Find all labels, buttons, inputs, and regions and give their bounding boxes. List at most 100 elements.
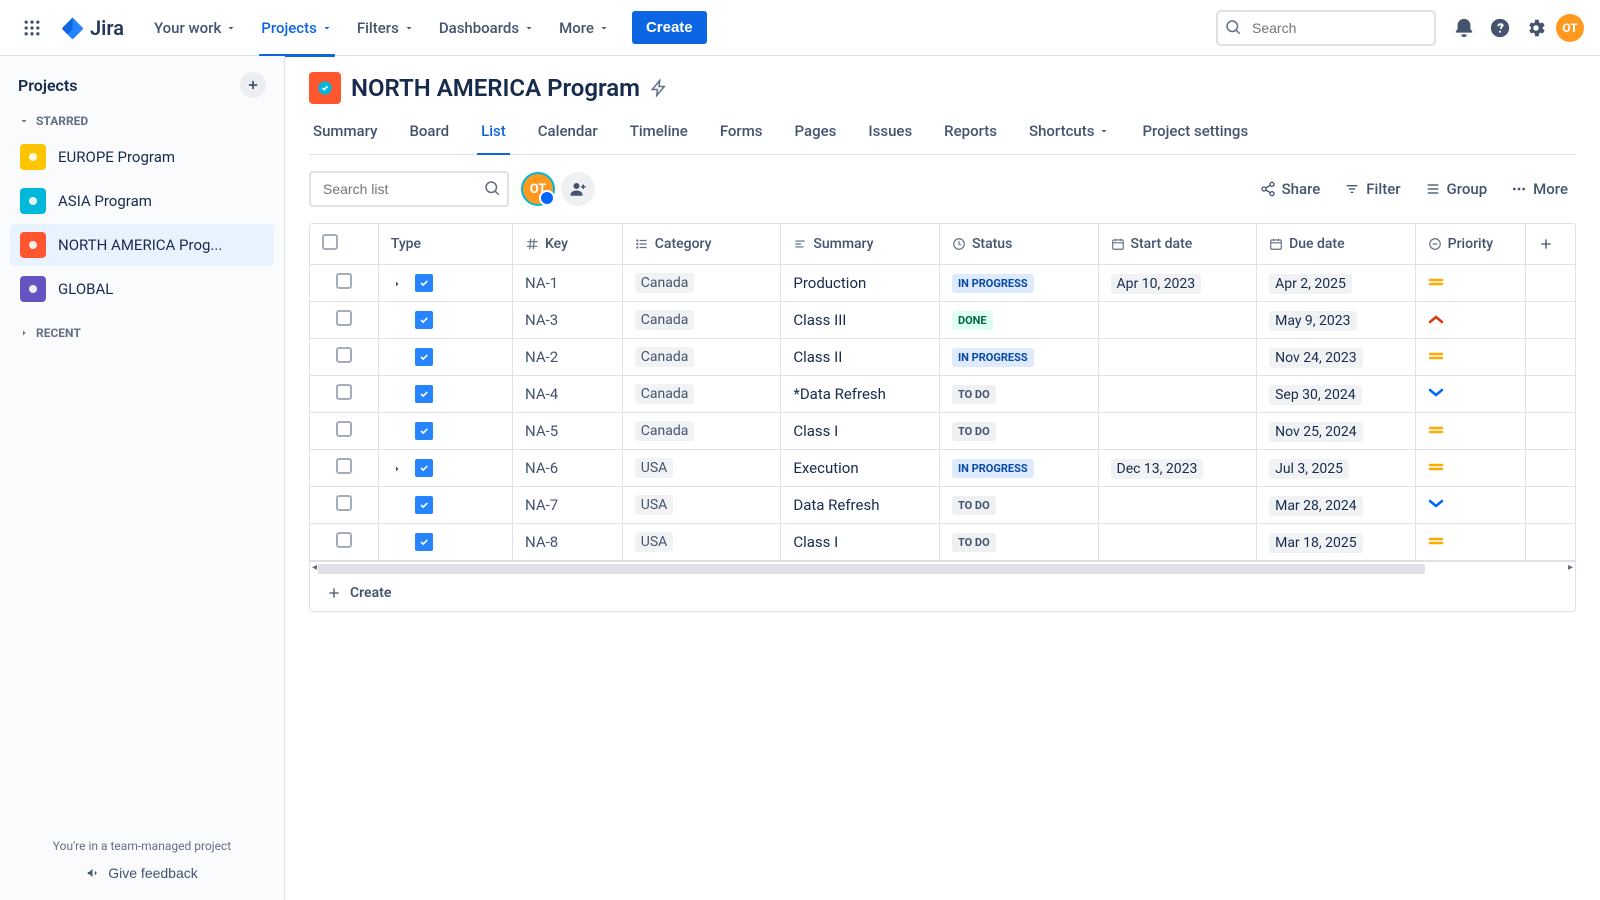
col-priority-label[interactable]: Priority [1448, 236, 1493, 252]
due-date[interactable]: Nov 25, 2024 [1269, 422, 1363, 442]
table-row[interactable]: NA-4 Canada *Data Refresh TO DO Sep 30, … [310, 376, 1575, 413]
row-checkbox[interactable] [336, 532, 352, 548]
col-status-label[interactable]: Status [972, 236, 1012, 252]
add-column-button[interactable] [1526, 224, 1576, 265]
status-chip[interactable]: DONE [952, 311, 993, 330]
nav-item-your-work[interactable]: Your work [144, 13, 247, 43]
tab-reports[interactable]: Reports [940, 114, 1001, 154]
app-switcher-icon[interactable] [16, 12, 48, 44]
tab-pages[interactable]: Pages [791, 114, 841, 154]
row-checkbox[interactable] [336, 384, 352, 400]
status-chip[interactable]: TO DO [952, 385, 996, 404]
row-checkbox[interactable] [336, 458, 352, 474]
sidebar-project-item[interactable]: NORTH AMERICA Prog... [10, 224, 274, 266]
status-chip[interactable]: IN PROGRESS [952, 459, 1034, 478]
priority-icon[interactable] [1428, 350, 1444, 362]
global-search[interactable] [1216, 10, 1436, 46]
group-button[interactable]: Group [1417, 174, 1496, 204]
priority-icon[interactable] [1428, 276, 1444, 288]
nav-item-filters[interactable]: Filters [347, 13, 425, 43]
priority-icon[interactable] [1428, 313, 1444, 325]
select-all-checkbox[interactable] [322, 234, 338, 250]
due-date[interactable]: Apr 2, 2025 [1269, 274, 1352, 294]
tab-forms[interactable]: Forms [716, 114, 767, 154]
status-chip[interactable]: TO DO [952, 496, 996, 515]
row-checkbox[interactable] [336, 310, 352, 326]
issue-key[interactable]: NA-4 [525, 385, 558, 403]
sidebar-section-starred[interactable]: Starred [10, 108, 274, 134]
issue-key[interactable]: NA-8 [525, 533, 558, 551]
automation-icon[interactable] [650, 79, 668, 97]
due-date[interactable]: May 9, 2023 [1269, 311, 1356, 331]
issue-key[interactable]: NA-2 [525, 348, 558, 366]
horizontal-scrollbar[interactable] [318, 564, 1425, 574]
due-date[interactable]: Jul 3, 2025 [1269, 459, 1349, 479]
summary-cell[interactable]: Execution [781, 450, 940, 487]
summary-cell[interactable]: *Data Refresh [781, 376, 940, 413]
assignee-filter-avatar[interactable]: OT [521, 172, 555, 206]
expand-toggle[interactable] [391, 463, 403, 475]
tab-project-settings[interactable]: Project settings [1138, 114, 1252, 154]
nav-item-more[interactable]: More [549, 13, 620, 43]
status-chip[interactable]: TO DO [952, 533, 996, 552]
jira-logo[interactable]: Jira [52, 16, 132, 40]
due-date[interactable]: Mar 28, 2024 [1269, 496, 1363, 516]
status-chip[interactable]: IN PROGRESS [952, 348, 1034, 367]
sidebar-section-recent[interactable]: Recent [10, 320, 274, 346]
help-icon[interactable] [1484, 12, 1516, 44]
priority-icon[interactable] [1428, 461, 1444, 473]
expand-toggle[interactable] [391, 278, 403, 290]
table-row[interactable]: NA-6 USA Execution IN PROGRESS Dec 13, 2… [310, 450, 1575, 487]
issue-key[interactable]: NA-3 [525, 311, 558, 329]
summary-cell[interactable]: Class I [781, 524, 940, 561]
tab-summary[interactable]: Summary [309, 114, 381, 154]
list-search-input[interactable] [309, 171, 509, 207]
create-row-button[interactable]: Create [310, 575, 1575, 611]
sidebar-project-item[interactable]: GLOBAL [10, 268, 274, 310]
tab-shortcuts[interactable]: Shortcuts [1025, 114, 1114, 154]
priority-icon[interactable] [1428, 498, 1444, 510]
table-row[interactable]: NA-7 USA Data Refresh TO DO Mar 28, 2024 [310, 487, 1575, 524]
start-date[interactable]: Apr 10, 2023 [1111, 274, 1202, 294]
create-button[interactable]: Create [632, 11, 707, 44]
status-chip[interactable]: TO DO [952, 422, 996, 441]
tab-timeline[interactable]: Timeline [626, 114, 692, 154]
tab-issues[interactable]: Issues [864, 114, 916, 154]
table-row[interactable]: NA-1 Canada Production IN PROGRESS Apr 1… [310, 265, 1575, 302]
add-project-button[interactable] [240, 72, 266, 98]
table-row[interactable]: NA-3 Canada Class III DONE May 9, 2023 [310, 302, 1575, 339]
start-date[interactable]: Dec 13, 2023 [1111, 459, 1204, 479]
list-search[interactable] [309, 171, 509, 207]
priority-icon[interactable] [1428, 387, 1444, 399]
issue-key[interactable]: NA-7 [525, 496, 558, 514]
tab-board[interactable]: Board [405, 114, 453, 154]
notifications-icon[interactable] [1448, 12, 1480, 44]
col-summary-label[interactable]: Summary [813, 236, 873, 252]
col-type-label[interactable]: Type [391, 236, 421, 252]
summary-cell[interactable]: Class III [781, 302, 940, 339]
issue-key[interactable]: NA-6 [525, 459, 558, 477]
global-search-input[interactable] [1216, 10, 1436, 46]
summary-cell[interactable]: Class II [781, 339, 940, 376]
user-avatar[interactable]: OT [1556, 14, 1584, 42]
table-row[interactable]: NA-2 Canada Class II IN PROGRESS Nov 24,… [310, 339, 1575, 376]
col-start-label[interactable]: Start date [1131, 236, 1193, 252]
table-row[interactable]: NA-5 Canada Class I TO DO Nov 25, 2024 [310, 413, 1575, 450]
add-people-button[interactable] [561, 172, 595, 206]
row-checkbox[interactable] [336, 495, 352, 511]
summary-cell[interactable]: Data Refresh [781, 487, 940, 524]
status-chip[interactable]: IN PROGRESS [952, 274, 1034, 293]
priority-icon[interactable] [1428, 535, 1444, 547]
due-date[interactable]: Sep 30, 2024 [1269, 385, 1362, 405]
share-button[interactable]: Share [1252, 174, 1329, 204]
table-row[interactable]: NA-8 USA Class I TO DO Mar 18, 2025 [310, 524, 1575, 561]
feedback-button[interactable]: Give feedback [86, 865, 198, 881]
issue-key[interactable]: NA-5 [525, 422, 558, 440]
due-date[interactable]: Mar 18, 2025 [1269, 533, 1363, 553]
sidebar-project-item[interactable]: ASIA Program [10, 180, 274, 222]
priority-icon[interactable] [1428, 424, 1444, 436]
sidebar-project-item[interactable]: EUROPE Program [10, 136, 274, 178]
col-category-label[interactable]: Category [655, 236, 712, 252]
tab-calendar[interactable]: Calendar [534, 114, 602, 154]
col-key-label[interactable]: Key [545, 236, 568, 252]
